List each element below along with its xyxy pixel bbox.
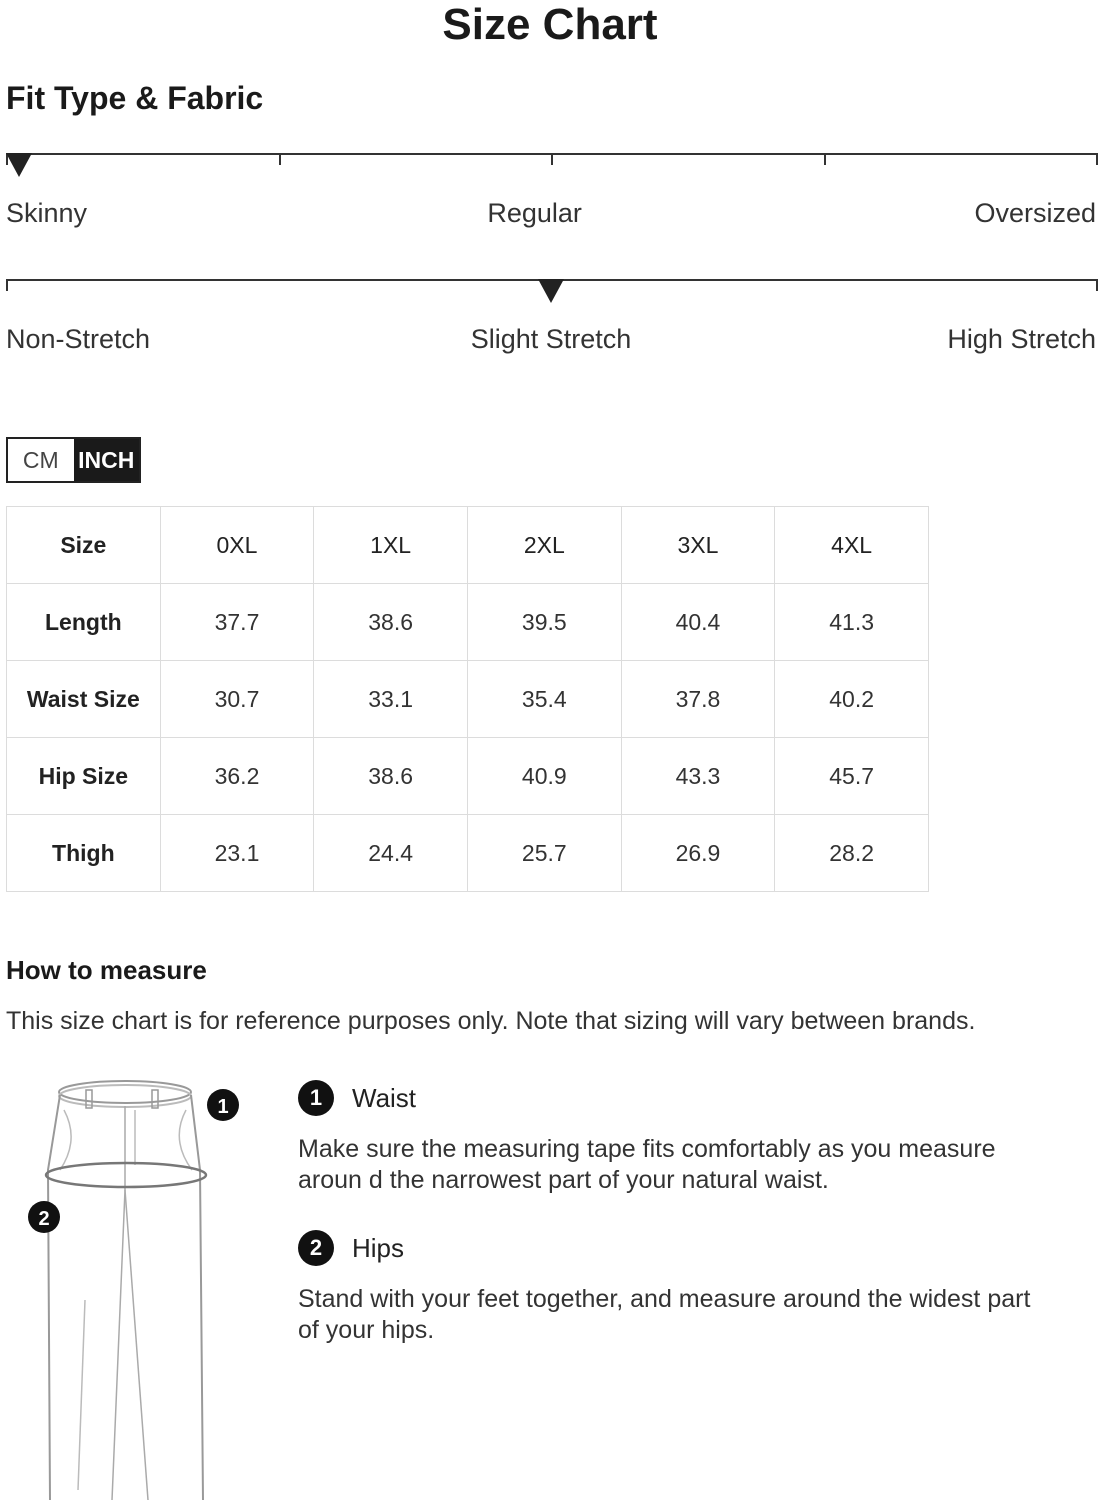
unit-toggle: CM INCH (6, 437, 141, 483)
table-cell: 35.4 (466, 660, 622, 738)
table-cell: 23.1 (159, 814, 315, 892)
hip-measure-line (44, 1161, 208, 1189)
step-description: Stand with your feet together, and measu… (298, 1285, 1031, 1344)
stretch-scale-tick (1096, 279, 1098, 291)
stretch-selected-marker-icon (538, 279, 564, 303)
table-cell: 28.2 (774, 814, 929, 892)
crease-line (77, 1299, 86, 1491)
table-row-label: Length (6, 583, 161, 661)
fit-label-oversized: Oversized (974, 198, 1096, 228)
step-number-icon: 1 (298, 1080, 334, 1116)
unit-inch-button[interactable]: INCH (73, 439, 139, 481)
table-header-cell: 3XL (620, 506, 776, 584)
stretch-scale (6, 279, 1098, 309)
size-disclaimer: This size chart is for reference purpose… (6, 1007, 976, 1035)
table-cell: 37.8 (620, 660, 776, 738)
how-to-measure-heading: How to measure (6, 955, 207, 985)
fit-scale-tick (823, 153, 826, 165)
step-name: Waist (352, 1082, 417, 1113)
pants-crotch-seam (111, 1106, 126, 1500)
table-cell: 38.6 (313, 737, 468, 815)
fit-section-heading: Fit Type & Fabric (6, 80, 264, 116)
table-row: Hip Size 36.2 38.6 40.9 43.3 45.7 (6, 737, 929, 815)
table-header-cell: 4XL (774, 506, 929, 584)
unit-cm-button[interactable]: CM (8, 439, 74, 481)
fit-type-scale (6, 153, 1098, 183)
table-header-cell: 2XL (466, 506, 622, 584)
step-number-icon: 2 (298, 1230, 334, 1266)
measure-step-hips: 2 Hips Stand with your feet together, an… (298, 1230, 1038, 1346)
table-cell: 25.7 (466, 814, 622, 892)
table-cell: 40.9 (466, 737, 622, 815)
pants-right-outline (190, 1094, 204, 1500)
table-row: Thigh 23.1 24.4 25.7 26.9 28.2 (6, 814, 929, 892)
table-cell: 41.3 (774, 583, 929, 661)
table-row-label: Hip Size (6, 737, 161, 815)
table-row: Waist Size 30.7 33.1 35.4 37.8 40.2 (6, 660, 929, 738)
stretch-label-high: High Stretch (947, 324, 1096, 354)
table-cell: 43.3 (620, 737, 776, 815)
fit-label-skinny: Skinny (6, 198, 88, 228)
table-header-row: Size 0XL 1XL 2XL 3XL 4XL (6, 506, 929, 584)
fit-scale-labels: Skinny Regular Oversized (6, 198, 1096, 232)
measure-step-waist: 1 Waist Make sure the measuring tape fit… (298, 1080, 1038, 1196)
stretch-label-non: Non-Stretch (6, 324, 151, 354)
table-cell: 38.6 (313, 583, 468, 661)
fit-scale-tick (551, 153, 553, 165)
pants-illustration: 1 2 (28, 1080, 239, 1500)
table-cell: 37.7 (159, 583, 315, 661)
table-header-cell: 1XL (313, 506, 468, 584)
pants-left-outline (46, 1094, 61, 1500)
fit-scale-tick (1096, 153, 1098, 165)
table-cell: 40.2 (774, 660, 929, 738)
size-table: Size 0XL 1XL 2XL 3XL 4XL Length 37.7 38.… (6, 506, 929, 892)
table-header-cell: Size (6, 506, 161, 584)
step-description: Make sure the measuring tape fits comfor… (298, 1135, 996, 1194)
pants-inner-leg (124, 1189, 149, 1500)
table-cell: 26.9 (620, 814, 776, 892)
table-cell: 33.1 (313, 660, 468, 738)
table-cell: 30.7 (159, 660, 315, 738)
fit-selected-marker-icon (6, 153, 32, 177)
stretch-scale-tick (6, 279, 8, 291)
pocket-right (178, 1109, 193, 1171)
step-name: Hips (352, 1232, 405, 1263)
fit-label-regular: Regular (487, 198, 582, 228)
fit-scale-tick (278, 153, 281, 165)
table-row: Length 37.7 38.6 39.5 40.4 41.3 (6, 583, 929, 661)
table-cell: 40.4 (620, 583, 776, 661)
page-title: Size Chart (442, 0, 658, 49)
table-header-cell: 0XL (159, 506, 315, 584)
marker-1-label: 1 (217, 1096, 228, 1118)
marker-2-label: 2 (38, 1208, 49, 1230)
table-cell: 45.7 (774, 737, 929, 815)
table-row-label: Thigh (6, 814, 161, 892)
table-cell: 24.4 (313, 814, 468, 892)
stretch-scale-labels: Non-Stretch Slight Stretch High Stretch (6, 324, 1096, 358)
table-cell: 39.5 (466, 583, 622, 661)
pocket-left (59, 1109, 72, 1171)
table-cell: 36.2 (159, 737, 315, 815)
stretch-label-slight: Slight Stretch (470, 324, 632, 354)
table-row-label: Waist Size (6, 660, 161, 738)
